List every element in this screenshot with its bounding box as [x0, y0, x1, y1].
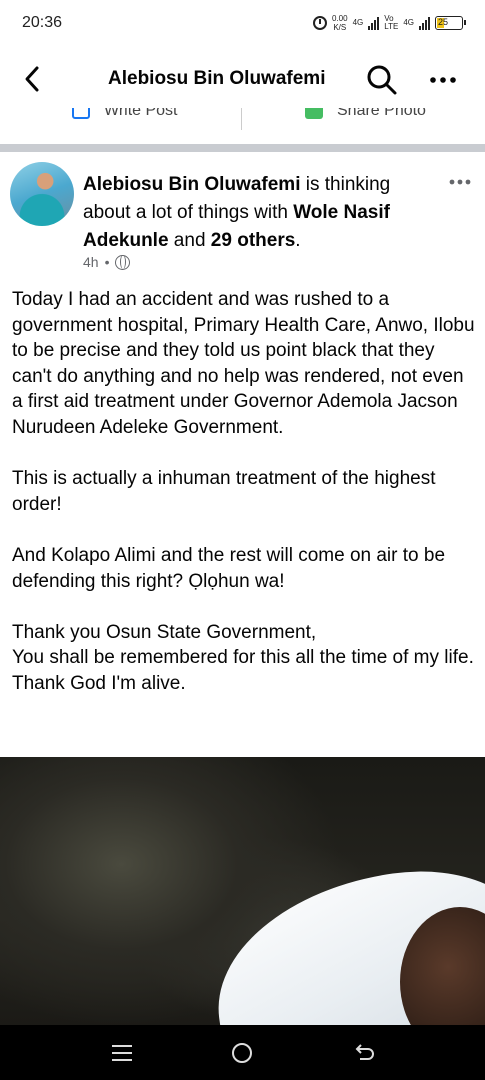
network-type-2-label: 4G	[403, 18, 414, 27]
status-icons: 0.00 K/S 4G Vo LTE 4G 25	[313, 14, 466, 32]
author-name[interactable]: Alebiosu Bin Oluwafemi	[83, 174, 300, 195]
battery-level: 25	[438, 17, 449, 27]
others-link[interactable]: 29 others	[211, 230, 295, 251]
battery-icon: 25	[435, 16, 466, 30]
globe-icon	[115, 254, 131, 270]
search-icon[interactable]	[365, 63, 399, 97]
post-line: Thank you Osun State Government,	[12, 621, 317, 643]
more-dots-icon[interactable]	[425, 68, 465, 92]
write-post-button[interactable]: Write Post	[72, 108, 178, 120]
speed-unit: K/S	[333, 23, 347, 32]
speed-value: 0.00	[332, 14, 348, 23]
post-age[interactable]: 4h	[83, 254, 99, 270]
app-header: Alebiosu Bin Oluwafemi	[0, 48, 485, 108]
post-body: Today I had an accident and was rushed t…	[12, 287, 477, 697]
alarm-icon	[313, 16, 327, 30]
signal-icon-2	[419, 16, 430, 30]
network-type-1: 4G	[353, 19, 364, 27]
post-more-icon[interactable]	[446, 172, 476, 192]
share-photo-button[interactable]: Share Photo	[305, 108, 426, 120]
network-type-1-label: 4G	[352, 18, 364, 27]
system-nav-bar	[0, 1025, 485, 1080]
pencil-icon	[72, 108, 90, 119]
write-post-label: Write Post	[104, 108, 178, 119]
post-paragraph: Today I had an accident and was rushed t…	[12, 289, 475, 438]
post-line: You shall be remembered for this all the…	[12, 647, 474, 669]
network-speed: 0.00 K/S	[332, 14, 348, 32]
page-title: Alebiosu Bin Oluwafemi	[108, 68, 326, 89]
volte-badge: Vo LTE	[384, 15, 398, 31]
time-separator: •	[104, 254, 110, 270]
status-time: 20:36	[22, 14, 63, 31]
volte-bottom: LTE	[384, 22, 399, 31]
photo-icon	[305, 108, 323, 119]
home-icon[interactable]	[232, 1043, 252, 1063]
section-separator	[0, 144, 485, 152]
back-arrow-icon[interactable]	[18, 64, 48, 94]
post-line: Thank God I'm alive.	[12, 672, 186, 694]
and-text: and	[168, 230, 211, 251]
post-photo[interactable]	[0, 757, 485, 1025]
post-time: 4h •	[83, 254, 131, 270]
recent-apps-icon[interactable]	[112, 1045, 132, 1061]
post-paragraph: And Kolapo Alimi and the rest will come …	[12, 544, 446, 592]
signal-icon	[368, 16, 380, 30]
back-icon[interactable]	[354, 1043, 376, 1063]
network-type-2: 4G	[403, 19, 414, 27]
composer-bar: Write Post Share Photo	[0, 108, 485, 130]
meta-period: .	[295, 230, 301, 251]
avatar[interactable]	[10, 162, 74, 226]
share-photo-label: Share Photo	[337, 108, 426, 119]
status-bar: 20:36 0.00 K/S 4G Vo LTE 4G 25	[0, 0, 485, 48]
composer-divider	[241, 108, 242, 130]
post-meta: Alebiosu Bin Oluwafemi is thinking about…	[83, 171, 435, 255]
post-paragraph: This is actually a inhuman treatment of …	[12, 468, 436, 515]
post-paragraph: Thank you Osun State Government, You shal…	[12, 620, 477, 697]
